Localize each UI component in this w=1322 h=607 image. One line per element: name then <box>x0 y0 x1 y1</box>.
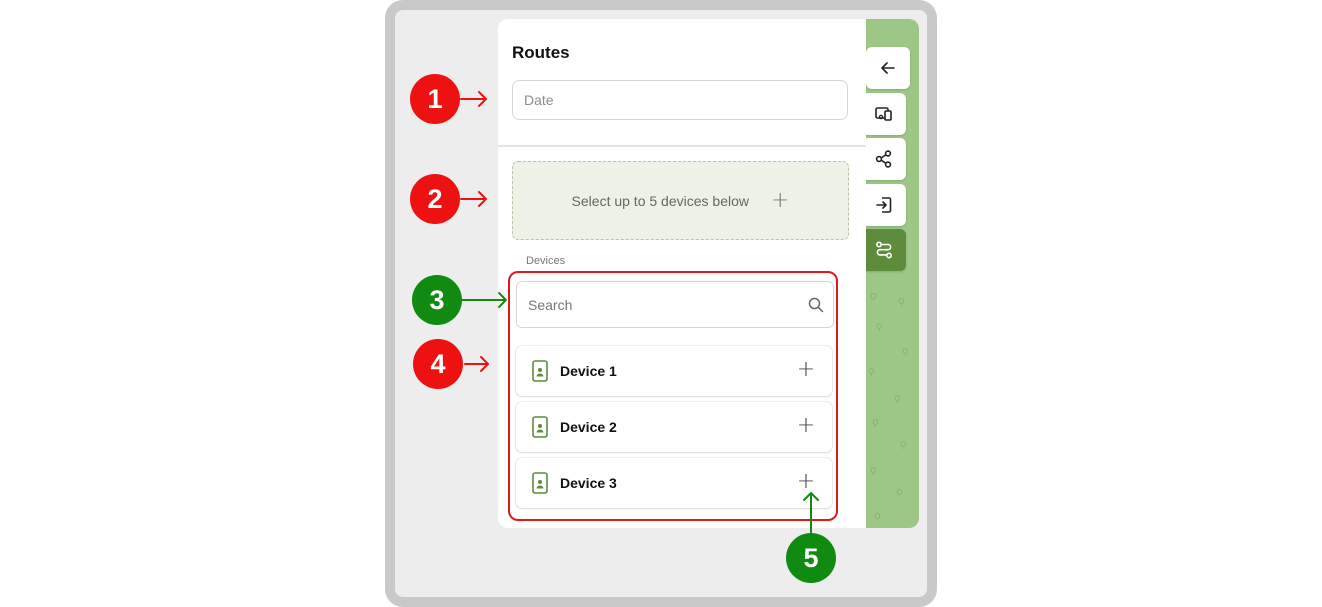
add-device-button[interactable]: + <box>792 468 820 496</box>
routes-button[interactable] <box>862 229 906 271</box>
annotation-badge: 5 <box>786 533 836 583</box>
dropzone-text: Select up to 5 devices below <box>571 192 749 209</box>
device-item[interactable]: Device 3 + <box>516 458 832 508</box>
plus-icon: + <box>771 188 790 213</box>
panel-title: Routes <box>512 43 570 62</box>
device-name: Device 3 <box>560 475 617 491</box>
device-name: Device 1 <box>560 363 617 379</box>
share-nodes-icon <box>875 150 892 168</box>
device-search <box>516 281 834 328</box>
devices-label: Devices <box>526 255 566 267</box>
login-button[interactable] <box>862 184 906 226</box>
share-button[interactable] <box>862 138 906 180</box>
devices-icon <box>875 107 892 121</box>
device-item[interactable]: Device 2 + <box>516 402 832 452</box>
device-icon <box>532 360 548 382</box>
annotation-badge: 4 <box>413 339 463 389</box>
annotation-badge: 2 <box>410 174 460 224</box>
device-item[interactable]: Device 1 + <box>516 346 832 396</box>
routes-panel: Routes Select up to 5 devices below + De… <box>498 19 866 528</box>
annotation-badge: 3 <box>412 275 462 325</box>
arrow-left-icon <box>881 62 895 74</box>
login-icon <box>876 197 892 213</box>
device-dropzone[interactable]: Select up to 5 devices below + <box>512 161 849 240</box>
device-icon <box>532 416 548 438</box>
search-input[interactable] <box>517 282 797 327</box>
date-input[interactable] <box>512 80 848 120</box>
add-device-button[interactable]: + <box>792 356 820 384</box>
devices-button[interactable] <box>862 93 906 135</box>
divider <box>498 145 866 147</box>
add-device-button[interactable]: + <box>792 412 820 440</box>
route-icon <box>875 241 893 259</box>
device-icon <box>532 472 548 494</box>
annotation-badge: 1 <box>410 74 460 124</box>
back-button[interactable] <box>866 47 910 89</box>
search-icon[interactable] <box>807 296 825 314</box>
device-name: Device 2 <box>560 419 617 435</box>
